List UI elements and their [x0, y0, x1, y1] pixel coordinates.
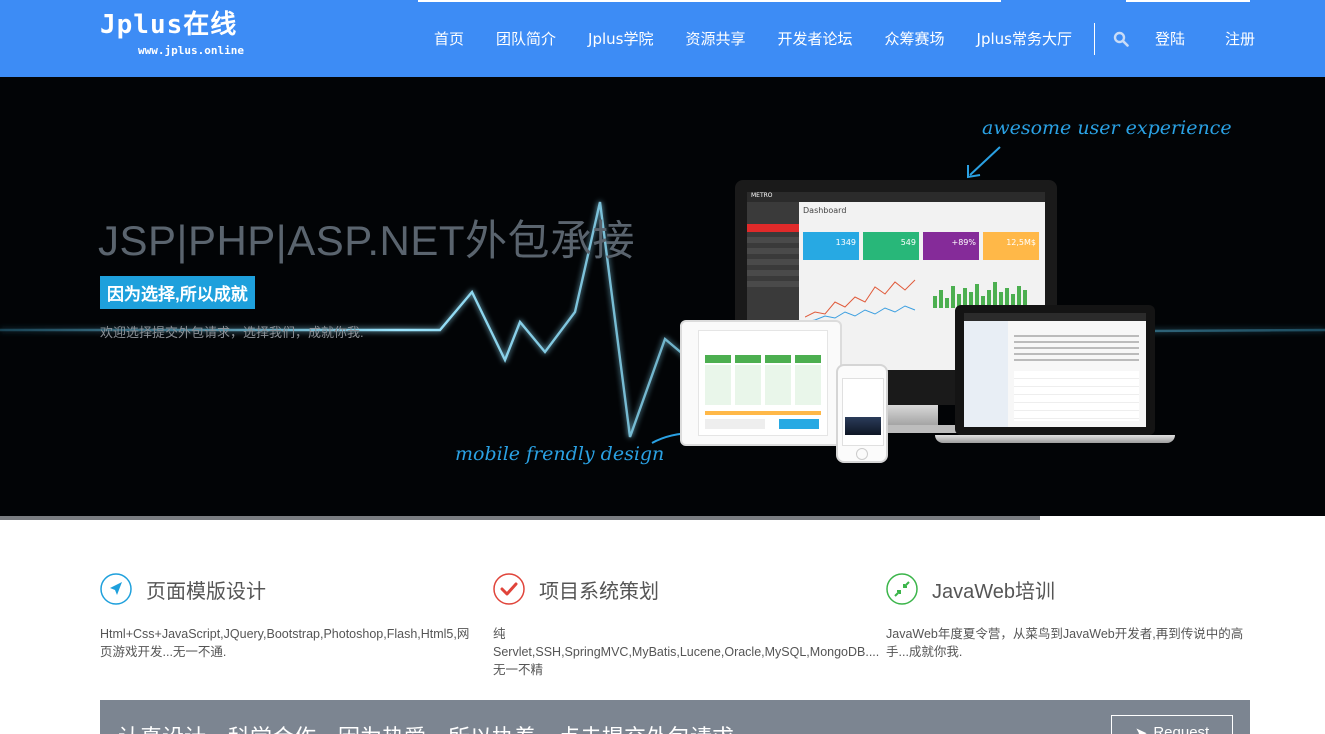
- dashboard-bar-chart: [933, 282, 1027, 308]
- tablet: [680, 320, 842, 446]
- feature-javaweb-training: JavaWeb培训 JavaWeb年度夏令营，从菜鸟到JavaWeb开发者,再到…: [886, 573, 1266, 661]
- annotation-arrow-icon: [967, 146, 1001, 179]
- logo-url: www.jplus.online: [138, 44, 244, 57]
- feature-title: 页面模版设计: [146, 580, 266, 603]
- checkmark-icon: [493, 573, 525, 605]
- nav-crowdfunding[interactable]: 众筹赛场: [869, 28, 961, 49]
- feature-description: Html+Css+JavaScript,JQuery,Bootstrap,Pho…: [100, 627, 470, 659]
- login-link[interactable]: 登陆: [1139, 28, 1209, 49]
- nav-hall[interactable]: Jplus常务大厅: [961, 28, 1088, 49]
- phone: [836, 364, 888, 463]
- request-button-label: Request: [1153, 724, 1210, 734]
- site-logo[interactable]: Jplus在线 www.jplus.online: [100, 8, 244, 57]
- feature-description: 纯Servlet,SSH,SpringMVC,MyBatis,Lucene,Or…: [493, 627, 880, 677]
- navigation-arrow-icon: [100, 573, 132, 605]
- logo-title: Jplus在线: [100, 10, 238, 40]
- feature-system-planning: 项目系统策划 纯Servlet,SSH,SpringMVC,MyBatis,Lu…: [493, 573, 880, 679]
- cta-text: 认真设计，科学合作，因为热爱，所以执着，点击提交外包请求: [118, 720, 734, 734]
- nav-resources[interactable]: 资源共享: [669, 28, 761, 49]
- feature-template-design: 页面模版设计 Html+Css+JavaScript,JQuery,Bootst…: [100, 573, 480, 661]
- search-icon[interactable]: [1113, 31, 1129, 47]
- feature-title: 项目系统策划: [539, 580, 659, 603]
- nav-academy[interactable]: Jplus学院: [572, 28, 669, 49]
- send-icon: ➤: [1134, 725, 1148, 734]
- annotation-user-experience: awesome user experience: [982, 117, 1232, 139]
- hero-tagline-badge: 因为选择,所以成就: [100, 276, 255, 309]
- dashboard-logo: METRO: [747, 192, 1045, 202]
- stat-tile: 549: [863, 232, 919, 260]
- request-button[interactable]: ➤ Request: [1111, 715, 1233, 734]
- laptop-base: [935, 435, 1175, 443]
- nav-forum[interactable]: 开发者论坛: [761, 28, 868, 49]
- nav-divider: [1093, 22, 1095, 55]
- laptop: [955, 305, 1155, 435]
- dashboard-title: Dashboard: [803, 206, 847, 215]
- hero-banner: JSP|PHP|ASP.NET外包承接 因为选择,所以成就 欢迎选择提交外包请求…: [0, 77, 1325, 520]
- request-cta-bar: 认真设计，科学合作，因为热爱，所以执着，点击提交外包请求 ➤ Request: [100, 700, 1250, 734]
- feature-title: JavaWeb培训: [932, 580, 1056, 603]
- slide-progress-fill: [0, 516, 1041, 520]
- compress-arrows-icon: [886, 573, 918, 605]
- annotation-mobile-friendly: mobile frendly design: [455, 443, 665, 465]
- stat-tile: 12,5M$: [983, 232, 1039, 260]
- hero-headline: JSP|PHP|ASP.NET外包承接: [98, 217, 636, 264]
- nav-team[interactable]: 团队简介: [480, 28, 572, 49]
- stat-tile: 1349: [803, 232, 859, 260]
- top-navigation-bar: Jplus在线 www.jplus.online 首页 团队简介 Jplus学院…: [0, 0, 1325, 77]
- feature-description: JavaWeb年度夏令营，从菜鸟到JavaWeb开发者,再到传说中的高手...成…: [886, 627, 1244, 659]
- main-nav: 首页 团队简介 Jplus学院 资源共享 开发者论坛 众筹赛场 Jplus常务大…: [418, 0, 1279, 77]
- stat-tile: +89%: [923, 232, 979, 260]
- register-link[interactable]: 注册: [1209, 28, 1279, 49]
- nav-home[interactable]: 首页: [418, 28, 480, 49]
- hero-description: 欢迎选择提交外包请求，选择我们，成就你我.: [100, 325, 364, 340]
